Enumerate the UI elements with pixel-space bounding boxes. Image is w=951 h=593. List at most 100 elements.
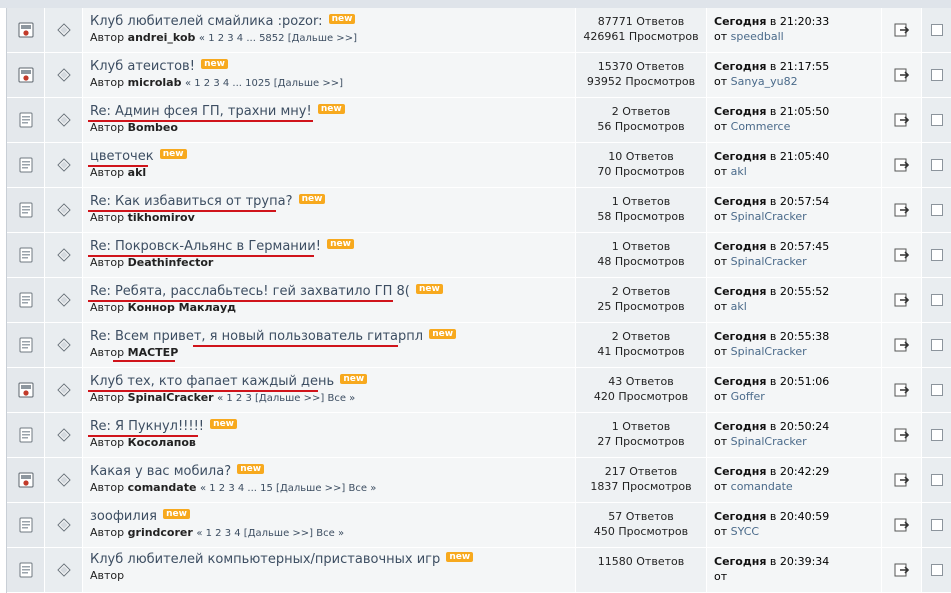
page-links[interactable]: « 1 2 3 4 [Дальше >>] Все » bbox=[196, 528, 344, 539]
new-badge[interactable]: new bbox=[317, 104, 345, 114]
last-post-user[interactable]: SYCC bbox=[731, 525, 759, 538]
topic-select-checkbox[interactable] bbox=[930, 564, 943, 576]
new-badge[interactable]: new bbox=[298, 194, 326, 204]
author-prefix: Автор bbox=[90, 436, 125, 449]
goto-last-post-icon[interactable] bbox=[893, 381, 911, 399]
next-pages-link[interactable]: [Дальше >>] bbox=[288, 33, 357, 44]
topic-title-link[interactable]: Re: Всем привет, я новый пользователь ги… bbox=[90, 329, 423, 344]
new-badge[interactable]: new bbox=[328, 14, 356, 24]
page-links[interactable]: « 1 2 3 [Дальше >>] Все » bbox=[217, 393, 355, 404]
goto-last-post-icon[interactable] bbox=[893, 21, 911, 39]
topic-select-checkbox[interactable] bbox=[930, 69, 943, 81]
topic-title-link[interactable]: Клуб любителей смайлика :pozor: bbox=[90, 14, 323, 29]
page-numbers[interactable]: « 1 2 3 bbox=[217, 393, 252, 404]
goto-last-post-icon[interactable] bbox=[893, 66, 911, 84]
topic-author[interactable]: Коннор Маклауд bbox=[128, 301, 236, 314]
topic-author[interactable]: akl bbox=[128, 166, 147, 179]
topic-author[interactable]: Косолапов bbox=[128, 436, 196, 449]
new-badge[interactable]: new bbox=[237, 464, 265, 474]
last-post-user[interactable]: comandate bbox=[731, 480, 793, 493]
topic-title-link[interactable]: цветочек bbox=[90, 149, 154, 164]
topic-title-link[interactable]: Re: Как избавиться от трупа? bbox=[90, 194, 292, 209]
topic-author[interactable]: МАСТЕР bbox=[128, 346, 179, 359]
goto-last-post-icon[interactable] bbox=[893, 291, 911, 309]
topic-select-checkbox[interactable] bbox=[930, 24, 943, 36]
goto-last-post-icon[interactable] bbox=[893, 111, 911, 129]
topic-select-checkbox[interactable] bbox=[930, 294, 943, 306]
new-badge[interactable]: new bbox=[163, 509, 190, 519]
last-post-user[interactable]: SpinalCracker bbox=[731, 435, 807, 448]
topic-author[interactable]: andrei_kob bbox=[128, 31, 196, 44]
goto-last-post-icon[interactable] bbox=[893, 471, 911, 489]
topic-select-checkbox[interactable] bbox=[930, 249, 943, 261]
goto-last-post-icon[interactable] bbox=[893, 246, 911, 264]
goto-last-post-icon[interactable] bbox=[893, 156, 911, 174]
new-badge[interactable]: new bbox=[327, 239, 354, 249]
last-post-user[interactable]: akl bbox=[731, 165, 747, 178]
next-pages-link[interactable]: [Дальше >>] bbox=[276, 483, 345, 494]
topic-select-checkbox[interactable] bbox=[930, 429, 943, 441]
topic-title-link[interactable]: Re: Я Пукнул!!!!! bbox=[90, 419, 204, 434]
new-badge[interactable]: new bbox=[210, 419, 237, 429]
page-links[interactable]: « 1 2 3 4 ... 15 [Дальше >>] Все » bbox=[200, 483, 376, 494]
page-links[interactable]: « 1 2 3 4 ... 1025 [Дальше >>] bbox=[185, 78, 343, 89]
select-cell bbox=[922, 8, 951, 52]
last-post-user[interactable]: Commerce bbox=[731, 120, 791, 133]
new-badge[interactable]: new bbox=[340, 374, 368, 384]
goto-last-post-icon[interactable] bbox=[893, 561, 911, 579]
topic-author[interactable]: SpinalCracker bbox=[128, 391, 214, 404]
new-badge[interactable]: new bbox=[159, 149, 187, 159]
last-post-user[interactable]: akl bbox=[731, 300, 747, 313]
all-pages-link[interactable]: Все » bbox=[327, 393, 355, 404]
goto-last-post-icon[interactable] bbox=[893, 426, 911, 444]
topic-title-link[interactable]: Какая у вас мобила? bbox=[90, 464, 231, 479]
next-pages-link[interactable]: [Дальше >>] bbox=[274, 78, 343, 89]
topic-title-link[interactable]: зоофилия bbox=[90, 509, 157, 524]
goto-last-post-icon[interactable] bbox=[893, 201, 911, 219]
goto-last-post-icon[interactable] bbox=[893, 336, 911, 354]
last-post-user[interactable]: SpinalCracker bbox=[731, 255, 807, 268]
topic-type-cell bbox=[45, 323, 83, 367]
topic-title-link[interactable]: Клуб любителей компьютерных/приставочных… bbox=[90, 552, 440, 567]
topic-author[interactable]: microlab bbox=[128, 76, 182, 89]
topic-select-checkbox[interactable] bbox=[930, 519, 943, 531]
new-badge[interactable]: new bbox=[415, 284, 443, 294]
page-links[interactable]: « 1 2 3 4 ... 5852 [Дальше >>] bbox=[199, 33, 357, 44]
topic-select-checkbox[interactable] bbox=[930, 204, 943, 216]
next-pages-link[interactable]: [Дальше >>] bbox=[255, 393, 324, 404]
topic-title-link[interactable]: Клуб тех, кто фапает каждый день bbox=[90, 374, 334, 389]
last-post-user[interactable]: SpinalCracker bbox=[731, 210, 807, 223]
new-badge[interactable]: new bbox=[201, 59, 228, 69]
topic-author[interactable]: Bombeo bbox=[128, 121, 178, 134]
topic-author[interactable]: tikhomirov bbox=[128, 211, 195, 224]
topic-author[interactable]: Deathinfector bbox=[128, 256, 214, 269]
topic-select-checkbox[interactable] bbox=[930, 114, 943, 126]
all-pages-link[interactable]: Все » bbox=[316, 528, 344, 539]
topic-title-link[interactable]: Re: Ребята, расслабьтесь! гей захватило … bbox=[90, 284, 410, 299]
topic-select-checkbox[interactable] bbox=[930, 384, 943, 396]
last-post-user[interactable]: SpinalCracker bbox=[731, 345, 807, 358]
topic-title-link[interactable]: Re: Админ фсея ГП, трахни мну! bbox=[90, 104, 312, 119]
topic-title-link[interactable]: Клуб атеистов! bbox=[90, 59, 195, 74]
last-post-user[interactable]: speedball bbox=[731, 30, 784, 43]
page-numbers[interactable]: « 1 2 3 4 ... 5852 bbox=[199, 33, 285, 44]
last-post-time: в 20:40:59 bbox=[769, 510, 830, 523]
page-numbers[interactable]: « 1 2 3 4 bbox=[196, 528, 240, 539]
topic-title-link[interactable]: Re: Покровск-Альянс в Германии! bbox=[90, 239, 321, 254]
all-pages-link[interactable]: Все » bbox=[349, 483, 377, 494]
topic-author-line: Автор МАСТЕР bbox=[90, 345, 575, 361]
page-numbers[interactable]: « 1 2 3 4 ... 1025 bbox=[185, 78, 271, 89]
topic-select-checkbox[interactable] bbox=[930, 474, 943, 486]
goto-last-post-icon[interactable] bbox=[893, 516, 911, 534]
page-numbers[interactable]: « 1 2 3 4 ... 15 bbox=[200, 483, 273, 494]
last-post-user[interactable]: Goffer bbox=[731, 390, 765, 403]
topic-author[interactable]: comandate bbox=[128, 481, 197, 494]
next-pages-link[interactable]: [Дальше >>] bbox=[244, 528, 313, 539]
topic-stats-cell: 43 Ответов 420 Просмотров bbox=[576, 368, 707, 412]
topic-title-cell: Клуб тех, кто фапает каждый день new Авт… bbox=[83, 368, 576, 412]
new-badge[interactable]: new bbox=[429, 329, 457, 339]
topic-select-checkbox[interactable] bbox=[930, 159, 943, 171]
topic-select-checkbox[interactable] bbox=[930, 339, 943, 351]
last-post-user[interactable]: Sanya_yu82 bbox=[731, 75, 798, 88]
topic-author[interactable]: grindcorer bbox=[128, 526, 193, 539]
